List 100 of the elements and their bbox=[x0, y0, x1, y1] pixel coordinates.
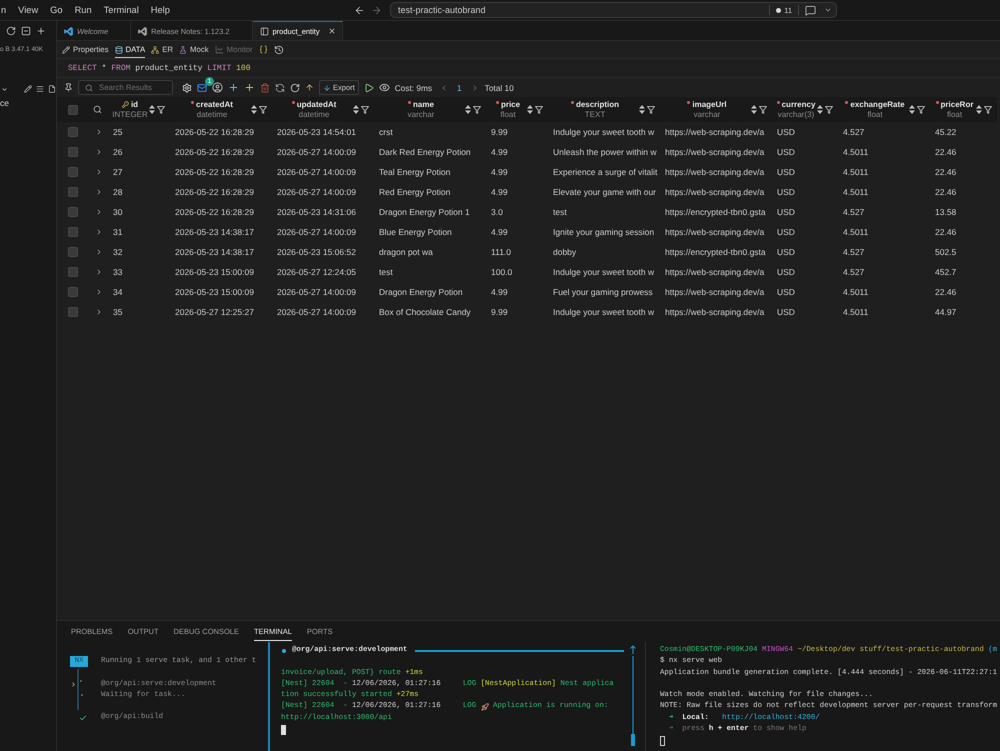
pencil-icon[interactable] bbox=[24, 85, 32, 93]
filter-icon[interactable] bbox=[984, 106, 992, 114]
braces-icon[interactable] bbox=[258, 45, 268, 54]
caret-icon[interactable] bbox=[1, 86, 8, 92]
sort-icon[interactable] bbox=[465, 105, 471, 114]
menu-item[interactable]: Go bbox=[50, 5, 63, 15]
column-name[interactable]: updatedAt bbox=[296, 100, 336, 110]
expand-icon[interactable] bbox=[95, 188, 103, 196]
eye-icon[interactable] bbox=[378, 82, 390, 93]
expand-icon[interactable] bbox=[95, 248, 103, 256]
redo-icon[interactable] bbox=[290, 82, 300, 92]
sort-icon[interactable] bbox=[149, 105, 155, 114]
list-icon[interactable] bbox=[36, 85, 44, 93]
table-cell-text: 44.97 bbox=[934, 306, 958, 319]
column-name[interactable]: createdAt bbox=[196, 100, 233, 110]
arrow-up-icon[interactable] bbox=[305, 83, 314, 92]
tree-item[interactable]: ce bbox=[0, 96, 9, 110]
play-icon[interactable] bbox=[364, 82, 374, 92]
history-icon[interactable] bbox=[274, 44, 284, 54]
sort-icon[interactable] bbox=[353, 105, 359, 114]
flask-icon bbox=[179, 46, 188, 54]
column-name[interactable]: name bbox=[413, 100, 434, 110]
expand-icon[interactable] bbox=[95, 308, 103, 316]
scrollbar[interactable] bbox=[628, 645, 638, 746]
chat-icon[interactable] bbox=[805, 4, 816, 16]
row-checkbox[interactable] bbox=[68, 147, 78, 157]
column-name[interactable]: exchangeRate bbox=[850, 100, 905, 110]
back-arrow-icon[interactable] bbox=[354, 4, 365, 16]
user-icon[interactable] bbox=[212, 82, 223, 93]
row-checkbox[interactable] bbox=[68, 167, 78, 177]
expand-icon[interactable] bbox=[95, 208, 103, 216]
expand-icon[interactable] bbox=[95, 148, 103, 156]
row-checkbox[interactable] bbox=[68, 227, 78, 237]
expand-icon[interactable] bbox=[95, 228, 103, 236]
sql-query[interactable]: SELECT * FROM product_entity LIMIT 100 bbox=[68, 64, 251, 72]
sort-icon[interactable] bbox=[527, 105, 533, 114]
table-cell-text: dobby bbox=[552, 246, 578, 259]
row-checkbox[interactable] bbox=[68, 207, 78, 217]
table-cell-text: dragon pot wa bbox=[378, 246, 434, 259]
table-cell-text: 25 bbox=[112, 126, 124, 139]
column-name[interactable]: priceRor bbox=[940, 100, 974, 110]
page-number[interactable]: 1 bbox=[457, 82, 462, 92]
expand-icon[interactable] bbox=[95, 128, 103, 136]
chevron-icon[interactable] bbox=[70, 680, 77, 688]
filter-icon[interactable] bbox=[361, 106, 369, 114]
search-icon[interactable] bbox=[93, 105, 102, 114]
refresh-icon[interactable] bbox=[275, 82, 285, 92]
filter-icon[interactable] bbox=[825, 106, 833, 114]
column-name[interactable]: imageUrl bbox=[692, 100, 727, 110]
sort-icon[interactable] bbox=[751, 105, 757, 114]
column-name[interactable]: price bbox=[500, 100, 520, 110]
collapse-icon[interactable] bbox=[21, 26, 31, 36]
sort-icon[interactable] bbox=[639, 105, 645, 114]
table-cell-text: https://web-scraping.dev/a bbox=[664, 306, 766, 319]
table-cell-text: 32 bbox=[112, 246, 124, 259]
sort-icon[interactable] bbox=[251, 105, 257, 114]
menu-item[interactable]: n bbox=[1, 5, 6, 15]
mail-icon[interactable] bbox=[197, 82, 207, 92]
row-checkbox[interactable] bbox=[68, 127, 78, 137]
filter-icon[interactable] bbox=[259, 106, 267, 114]
sort-icon[interactable] bbox=[909, 105, 915, 114]
table-cell-text: 22.46 bbox=[934, 286, 958, 299]
select-all-checkbox[interactable] bbox=[68, 104, 78, 114]
column-name[interactable]: currency bbox=[782, 100, 816, 110]
row-checkbox[interactable] bbox=[68, 187, 78, 197]
file-icon[interactable] bbox=[48, 85, 56, 93]
filter-icon[interactable] bbox=[759, 106, 767, 114]
pin-icon[interactable] bbox=[64, 83, 73, 92]
close-icon[interactable] bbox=[328, 27, 336, 35]
plus-icon[interactable] bbox=[244, 82, 255, 93]
row-checkbox[interactable] bbox=[68, 307, 78, 317]
row-checkbox[interactable] bbox=[68, 247, 78, 257]
menu-item[interactable]: Run bbox=[74, 5, 92, 15]
menu-item[interactable]: View bbox=[18, 5, 38, 15]
column-name[interactable]: description bbox=[576, 100, 620, 110]
plus-icon[interactable] bbox=[36, 26, 46, 36]
expand-icon[interactable] bbox=[95, 288, 103, 296]
filter-icon[interactable] bbox=[647, 106, 655, 114]
refresh-icon[interactable] bbox=[6, 26, 16, 36]
row-checkbox[interactable] bbox=[68, 287, 78, 297]
filter-icon[interactable] bbox=[157, 106, 165, 114]
plus-icon[interactable] bbox=[228, 82, 239, 93]
arrow-down-icon bbox=[323, 84, 331, 92]
filter-icon[interactable] bbox=[917, 106, 925, 114]
column-name[interactable]: id bbox=[130, 100, 138, 110]
row-checkbox[interactable] bbox=[68, 267, 78, 277]
rocket-icon bbox=[480, 703, 489, 712]
trash-icon[interactable] bbox=[260, 82, 270, 92]
expand-icon[interactable] bbox=[95, 268, 103, 276]
menu-item[interactable]: Terminal bbox=[104, 5, 139, 15]
caret-icon[interactable] bbox=[824, 6, 832, 14]
sort-icon[interactable] bbox=[976, 105, 982, 114]
table-cell-text: Fuel your gaming prowess bbox=[552, 286, 654, 299]
sort-icon[interactable] bbox=[817, 105, 823, 114]
forward-arrow-icon[interactable] bbox=[371, 4, 382, 16]
menu-item[interactable]: Help bbox=[150, 5, 170, 15]
filter-icon[interactable] bbox=[473, 106, 481, 114]
filter-icon[interactable] bbox=[535, 106, 543, 114]
settings-icon[interactable] bbox=[182, 82, 192, 92]
expand-icon[interactable] bbox=[95, 168, 103, 176]
